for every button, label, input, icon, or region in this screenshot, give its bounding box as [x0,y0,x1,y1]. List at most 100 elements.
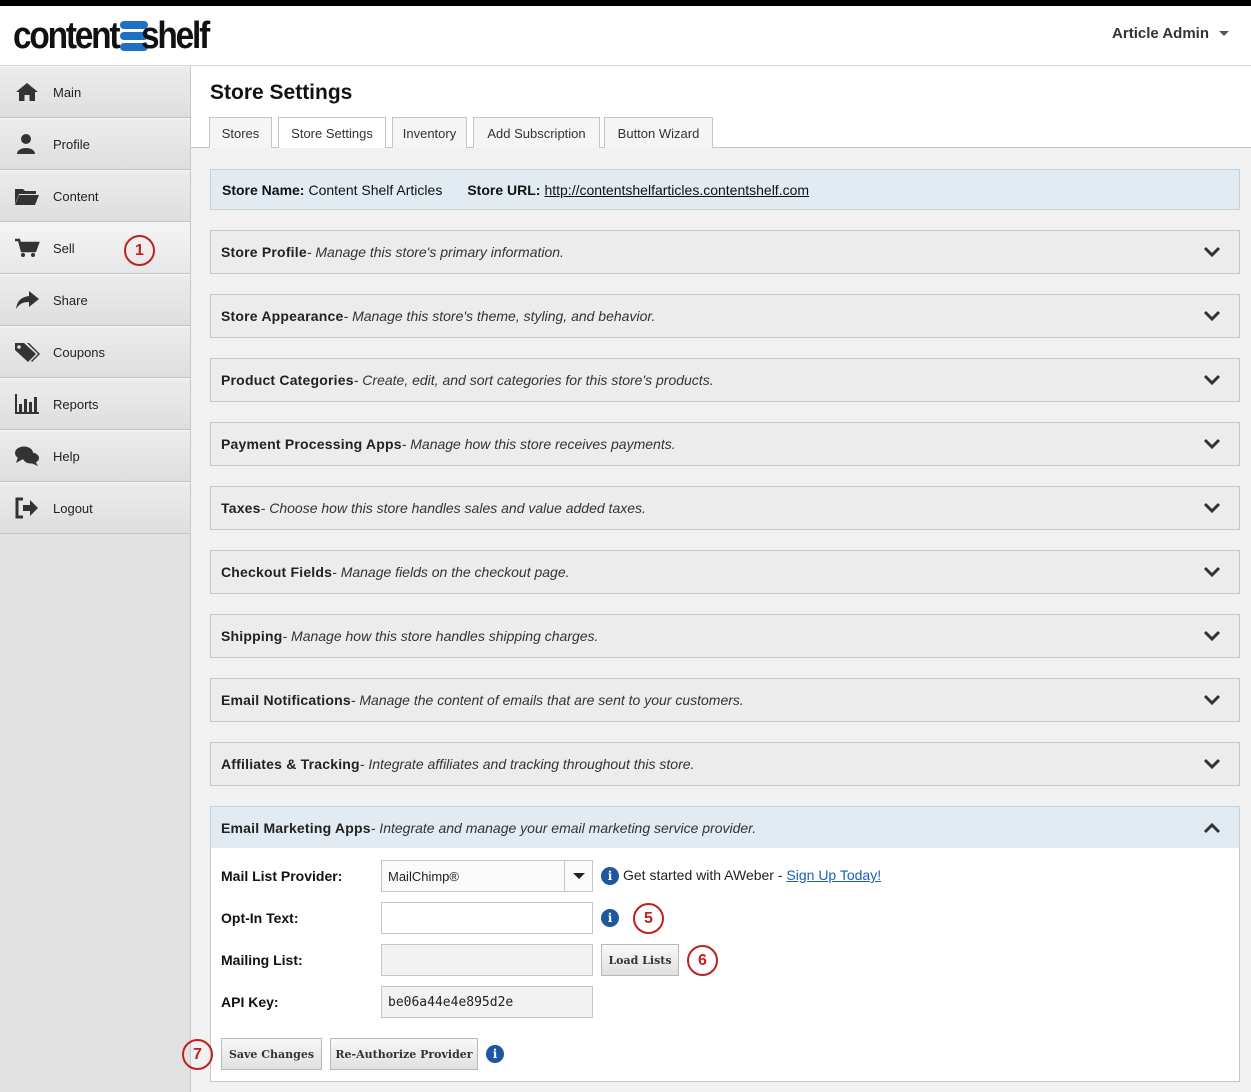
sidebar: Main Profile Content Sell Share Coupons … [0,66,191,1092]
chevron-down-icon[interactable] [1203,694,1221,706]
section-desc: - Manage this store's theme, styling, an… [343,308,656,324]
section-desc: - Manage this store's primary informatio… [306,244,564,260]
tags-icon [15,343,40,362]
section-title: Email Marketing Apps [221,820,371,836]
logout-icon [15,497,38,519]
user-menu[interactable]: Article Admin [1112,25,1229,42]
info-icon[interactable]: i [601,867,619,885]
tab-bar: Stores Store Settings Inventory Add Subs… [191,117,1251,149]
sidebar-item-coupons[interactable]: Coupons [0,326,190,378]
load-lists-button[interactable]: Load Lists [601,944,679,976]
annotation-marker-5: 5 [633,903,664,934]
tab-add-subscription[interactable]: Add Subscription [473,117,600,148]
section-title: Store Profile [221,244,307,260]
tab-store-settings[interactable]: Store Settings [278,117,386,149]
api-key-field[interactable]: be06a44e4e895d2e [381,986,593,1018]
annotation-marker-7: 7 [182,1039,213,1070]
chevron-down-icon[interactable] [1203,630,1221,642]
store-url-link[interactable]: http://contentshelfarticles.contentshelf… [544,182,809,198]
annotation-marker-6: 6 [687,945,718,976]
section-product-categories[interactable]: Product Categories - Create, edit, and s… [210,358,1240,402]
caret-down-icon [1219,31,1229,36]
chat-icon [15,446,39,466]
chevron-down-icon[interactable] [1203,374,1221,386]
chevron-down-icon[interactable] [1203,438,1221,450]
store-name-value: Content Shelf Articles [308,181,443,198]
mail-list-provider-label: Mail List Provider: [221,868,343,884]
info-icon[interactable]: i [601,909,619,927]
section-desc: - Manage the content of emails that are … [350,692,744,708]
re-authorize-provider-button[interactable]: Re-Authorize Provider [330,1038,478,1070]
sidebar-item-reports[interactable]: Reports [0,378,190,430]
tab-button-wizard[interactable]: Button Wizard [604,117,713,148]
section-desc: - Manage how this store receives payment… [401,436,676,452]
bar-chart-icon [15,394,39,414]
chevron-down-icon[interactable] [1203,310,1221,322]
chevron-down-icon[interactable] [1203,246,1221,258]
hint-text: Get started with AWeber - [623,867,787,883]
main-area: Store Settings Stores Store Settings Inv… [182,66,1251,1092]
home-icon [16,83,38,101]
chevron-down-icon[interactable] [1203,758,1221,770]
opt-in-text-label: Opt-In Text: [221,910,299,926]
section-email-marketing-apps[interactable]: Email Marketing Apps - Integrate and man… [210,806,1240,850]
page-title: Store Settings [210,81,353,104]
section-payment-processing-apps[interactable]: Payment Processing Apps - Manage how thi… [210,422,1240,466]
section-store-profile[interactable]: Store Profile - Manage this store's prim… [210,230,1240,274]
sidebar-item-share[interactable]: Share [0,274,190,326]
sidebar-item-label: Profile [53,136,90,152]
dropdown-arrow-icon[interactable] [564,861,592,891]
user-icon [17,134,35,154]
section-desc: - Create, edit, and sort categories for … [353,372,714,388]
sidebar-item-label: Help [53,448,80,464]
store-url-label: Store URL: [467,181,541,198]
sidebar-item-profile[interactable]: Profile [0,118,190,170]
tab-inventory[interactable]: Inventory [392,117,467,148]
app-header: content shelf Article Admin [0,6,1251,66]
sign-up-link[interactable]: Sign Up Today! [786,867,881,883]
save-changes-button[interactable]: Save Changes [221,1038,322,1070]
chevron-down-icon[interactable] [1203,566,1221,578]
folder-icon [15,189,39,205]
sidebar-item-label: Logout [53,500,93,516]
store-name-label: Store Name: [222,181,305,198]
aweber-hint: Get started with AWeber - Sign Up Today! [623,867,881,883]
chevron-up-icon[interactable] [1203,822,1221,834]
content-shelf-logo[interactable]: content shelf [13,14,217,57]
section-affiliates-tracking[interactable]: Affiliates & Tracking - Integrate affili… [210,742,1240,786]
section-title: Shipping [221,628,283,644]
settings-content: Store Name: Content Shelf Articles Store… [182,148,1251,1092]
section-email-notifications[interactable]: Email Notifications - Manage the content… [210,678,1240,722]
section-desc: - Manage fields on the checkout page. [332,564,570,580]
chevron-down-icon[interactable] [1203,502,1221,514]
sidebar-item-label: Coupons [53,344,106,360]
select-value: MailChimp® [388,868,459,884]
info-icon[interactable]: i [486,1045,504,1063]
sidebar-item-help[interactable]: Help [0,430,190,482]
sidebar-item-label: Sell [53,240,75,256]
sidebar-item-label: Content [53,188,99,204]
sidebar-item-sell[interactable]: Sell [0,222,190,274]
section-desc: - Manage how this store handles shipping… [282,628,599,644]
section-shipping[interactable]: Shipping - Manage how this store handles… [210,614,1240,658]
mailing-list-field[interactable] [381,944,593,976]
section-title: Checkout Fields [221,564,333,580]
sidebar-item-content[interactable]: Content [0,170,190,222]
sidebar-item-logout[interactable]: Logout [0,482,190,534]
sidebar-item-main[interactable]: Main [0,66,190,118]
mail-list-provider-select[interactable]: MailChimp® [381,860,593,892]
logo-word-content: content [13,14,121,57]
section-title: Taxes [221,500,261,516]
section-title: Product Categories [221,372,354,388]
opt-in-text-input[interactable] [381,902,593,934]
store-info-bar: Store Name: Content Shelf Articles Store… [210,169,1240,210]
section-taxes[interactable]: Taxes - Choose how this store handles sa… [210,486,1240,530]
section-title: Affiliates & Tracking [221,756,360,772]
section-desc: - Choose how this store handles sales an… [260,500,646,516]
tab-stores[interactable]: Stores [209,117,272,148]
section-title: Email Notifications [221,692,351,708]
section-store-appearance[interactable]: Store Appearance - Manage this store's t… [210,294,1240,338]
mailing-list-label: Mailing List: [221,952,303,968]
section-checkout-fields[interactable]: Checkout Fields - Manage fields on the c… [210,550,1240,594]
api-key-label: API Key: [221,994,279,1010]
